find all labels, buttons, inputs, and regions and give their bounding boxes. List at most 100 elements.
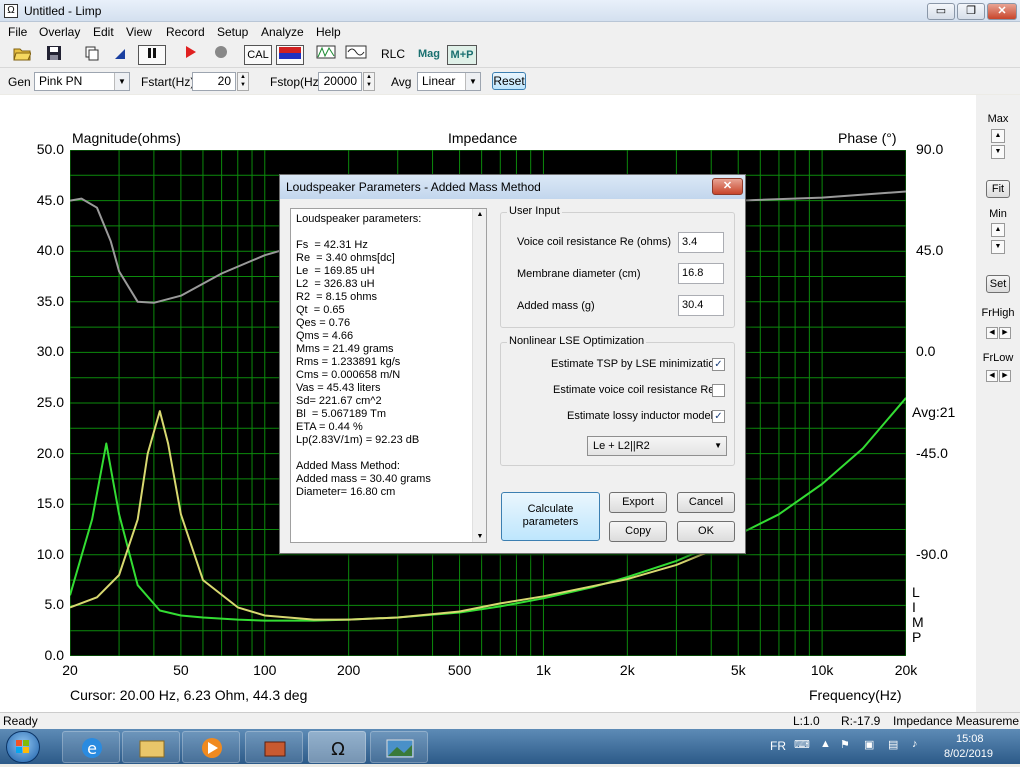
menu-record[interactable]: Record <box>166 25 205 39</box>
y2-tick-label: -45.0 <box>916 444 948 461</box>
menu-help[interactable]: Help <box>316 25 341 39</box>
tray-network-icon[interactable]: ▣ <box>864 738 874 751</box>
reset-button[interactable]: Reset <box>492 72 526 90</box>
tray-expand-icon[interactable]: ▲ <box>820 738 831 750</box>
fit-button[interactable]: Fit <box>986 180 1010 198</box>
cancel-button[interactable]: Cancel <box>677 492 735 513</box>
open-folder-icon[interactable] <box>12 45 32 65</box>
results-scrollbar[interactable]: ▲ ▼ <box>472 209 486 542</box>
restore-button[interactable]: ❐ <box>957 3 985 20</box>
color-icon[interactable] <box>276 45 304 65</box>
y-tick-label: 20.0 <box>36 444 64 461</box>
y-tick-label: 40.0 <box>36 242 64 259</box>
language-indicator[interactable]: FR <box>770 739 786 753</box>
frhigh-left-button[interactable]: ◀ <box>986 327 998 339</box>
x-tick-label: 1k <box>536 662 551 678</box>
set-button[interactable]: Set <box>986 275 1010 293</box>
y-tick-label: 15.0 <box>36 495 64 512</box>
minimize-button[interactable]: ▭ <box>927 3 955 20</box>
max-down-button[interactable]: ▼ <box>991 145 1005 159</box>
app-icon[interactable]: Ω <box>4 4 18 18</box>
tray-flag-icon[interactable]: ⚑ <box>840 738 850 751</box>
taskbar-app[interactable] <box>245 731 303 763</box>
result-line: Added Mass Method: <box>296 460 400 472</box>
fstop-input[interactable]: 20000 <box>318 72 362 91</box>
frlow-left-button[interactable]: ◀ <box>986 370 998 382</box>
clock-time[interactable]: 15:08 <box>956 733 984 745</box>
ok-button[interactable]: OK <box>677 521 735 542</box>
record-icon[interactable] <box>180 45 200 65</box>
gen-value: Pink PN <box>39 74 83 88</box>
limp-letter: I <box>912 599 916 615</box>
close-button[interactable]: ✕ <box>987 3 1017 20</box>
frlow-right-button[interactable]: ▶ <box>999 370 1011 382</box>
re-input[interactable]: 3.4 <box>678 232 724 253</box>
frhigh-right-button[interactable]: ▶ <box>999 327 1011 339</box>
tray-volume-icon[interactable]: ♪ <box>912 738 918 750</box>
media-player-icon <box>202 738 222 758</box>
fstart-input[interactable]: 20 <box>192 72 236 91</box>
min-down-button[interactable]: ▼ <box>991 240 1005 254</box>
toolbar: CAL RLC Mag M+P <box>0 42 1020 68</box>
result-line: Loudspeaker parameters: <box>296 213 422 225</box>
taskbar-limp[interactable]: Ω <box>308 731 366 763</box>
menu-overlay[interactable]: Overlay <box>39 25 80 39</box>
stop-icon[interactable] <box>211 45 231 65</box>
rlc-button[interactable]: RLC <box>380 45 406 65</box>
taskbar-media[interactable] <box>182 731 240 763</box>
menu-analyze[interactable]: Analyze <box>261 25 304 39</box>
gen-select[interactable]: Pink PN ▼ <box>34 72 130 91</box>
limp-letter: L <box>912 584 920 600</box>
clock-date[interactable]: 8/02/2019 <box>944 748 993 760</box>
taskbar-picture[interactable] <box>370 731 428 763</box>
status-left-value: L:1.0 <box>793 714 820 728</box>
taskbar-explorer[interactable] <box>122 731 180 763</box>
y-tick-label: 30.0 <box>36 343 64 360</box>
copy-icon[interactable] <box>82 45 102 65</box>
start-button[interactable] <box>6 731 40 763</box>
avg-select[interactable]: Linear ▼ <box>417 72 481 91</box>
diameter-input[interactable]: 16.8 <box>678 263 724 284</box>
x-tick-label: 20 <box>62 662 78 678</box>
menu-setup[interactable]: Setup <box>217 25 248 39</box>
limp-letter: M <box>912 614 924 630</box>
save-icon[interactable] <box>44 45 64 65</box>
menu-file[interactable]: File <box>8 25 27 39</box>
dialog-close-button[interactable]: ✕ <box>712 178 743 195</box>
estimate-tsp-checkbox[interactable]: ✓ <box>712 358 725 371</box>
results-textarea[interactable]: Loudspeaker parameters: Fs = 42.31 Hz Re =… <box>290 208 487 543</box>
scroll-up-icon[interactable]: ▲ <box>473 211 487 218</box>
menu-edit[interactable]: Edit <box>93 25 114 39</box>
calculate-parameters-button[interactable]: Calculate parameters <box>501 492 600 541</box>
tray-power-icon[interactable]: ▤ <box>888 738 898 751</box>
cal-button[interactable]: CAL <box>244 45 272 65</box>
max-up-button[interactable]: ▲ <box>991 129 1005 143</box>
taskbar-ie[interactable]: e <box>62 731 120 763</box>
menu-view[interactable]: View <box>126 25 152 39</box>
dialog-title-bar: Loudspeaker Parameters - Added Mass Meth… <box>280 175 745 199</box>
cursor-icon[interactable] <box>110 45 130 65</box>
sine-icon[interactable] <box>344 45 368 65</box>
min-up-button[interactable]: ▲ <box>991 223 1005 237</box>
mag-button[interactable]: Mag <box>416 45 442 65</box>
estimate-re-checkbox[interactable] <box>712 384 725 397</box>
mag-phase-button[interactable]: M+P <box>447 45 477 65</box>
added-mass-input[interactable]: 30.4 <box>678 295 724 316</box>
pause-icon[interactable] <box>138 45 166 65</box>
inductor-model-select[interactable]: Le + L2||R2 ▼ <box>587 436 727 456</box>
waveform-icon[interactable] <box>315 45 337 65</box>
result-line: Bl = 5.067189 Tm <box>296 408 386 420</box>
y-tick-label: 5.0 <box>44 596 64 613</box>
export-button[interactable]: Export <box>609 492 667 513</box>
chevron-down-icon: ▼ <box>114 73 129 90</box>
y-axis-label: Magnitude(ohms) <box>72 130 181 146</box>
lossy-inductor-label: Estimate lossy inductor model <box>567 410 714 422</box>
scroll-down-icon[interactable]: ▼ <box>473 533 487 540</box>
result-line: Qes = 0.76 <box>296 317 351 329</box>
lossy-inductor-checkbox[interactable]: ✓ <box>712 410 725 423</box>
copy-button[interactable]: Copy <box>609 521 667 542</box>
fstop-spinner[interactable]: ▲ ▼ <box>363 72 375 91</box>
fstart-spinner[interactable]: ▲ ▼ <box>237 72 249 91</box>
keyboard-icon[interactable]: ⌨ <box>794 738 810 751</box>
y-tick-label: 35.0 <box>36 292 64 309</box>
